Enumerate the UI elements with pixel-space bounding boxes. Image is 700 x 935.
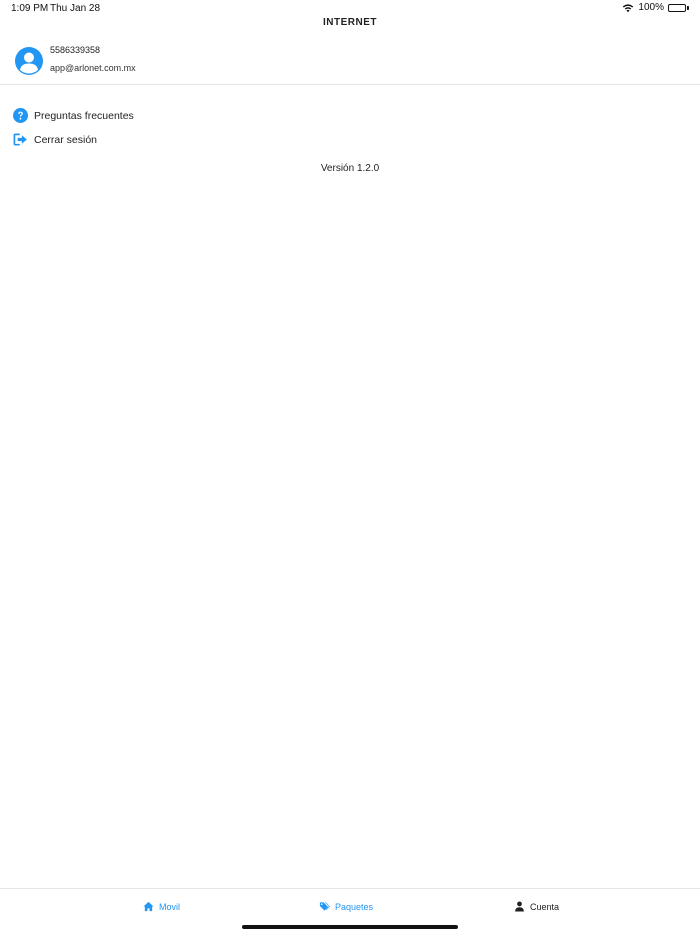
avatar-icon (15, 47, 43, 75)
faq-label: Preguntas frecuentes (34, 109, 134, 122)
user-icon (515, 901, 524, 912)
tab-movil[interactable]: Movil (143, 901, 180, 912)
sign-out-icon (13, 133, 27, 146)
status-time: 1:09 PM (11, 3, 49, 14)
status-bar: 1:09 PM Thu Jan 28 100% (0, 0, 700, 16)
tab-movil-label: Movil (159, 901, 181, 912)
profile-email: app@arlonet.com.mx (50, 63, 136, 73)
tab-paquetes[interactable]: Paquetes (319, 901, 373, 912)
tab-paquetes-label: Paquetes (335, 901, 374, 912)
home-indicator[interactable] (242, 925, 458, 929)
logout-label: Cerrar sesión (34, 133, 98, 146)
battery-icon (668, 3, 689, 12)
logout-menu-item[interactable]: Cerrar sesión (13, 132, 97, 147)
profile-phone: 5586339358 (50, 45, 101, 55)
tab-cuenta[interactable]: Cuenta (514, 901, 559, 912)
wifi-icon (623, 3, 634, 12)
battery-percent: 100% (638, 2, 664, 13)
app-version: Versión 1.2.0 (320, 163, 380, 174)
status-right: 100% (622, 2, 689, 13)
tab-cuenta-label: Cuenta (530, 901, 560, 912)
home-icon (143, 901, 154, 912)
question-circle-icon (13, 108, 28, 123)
profile-section: 5586339358 app@arlonet.com.mx (0, 40, 700, 85)
tags-icon (319, 902, 330, 911)
page-title: INTERNET (323, 17, 377, 28)
faq-menu-item[interactable]: Preguntas frecuentes (13, 108, 134, 123)
status-date: Thu Jan 28 (50, 3, 101, 14)
